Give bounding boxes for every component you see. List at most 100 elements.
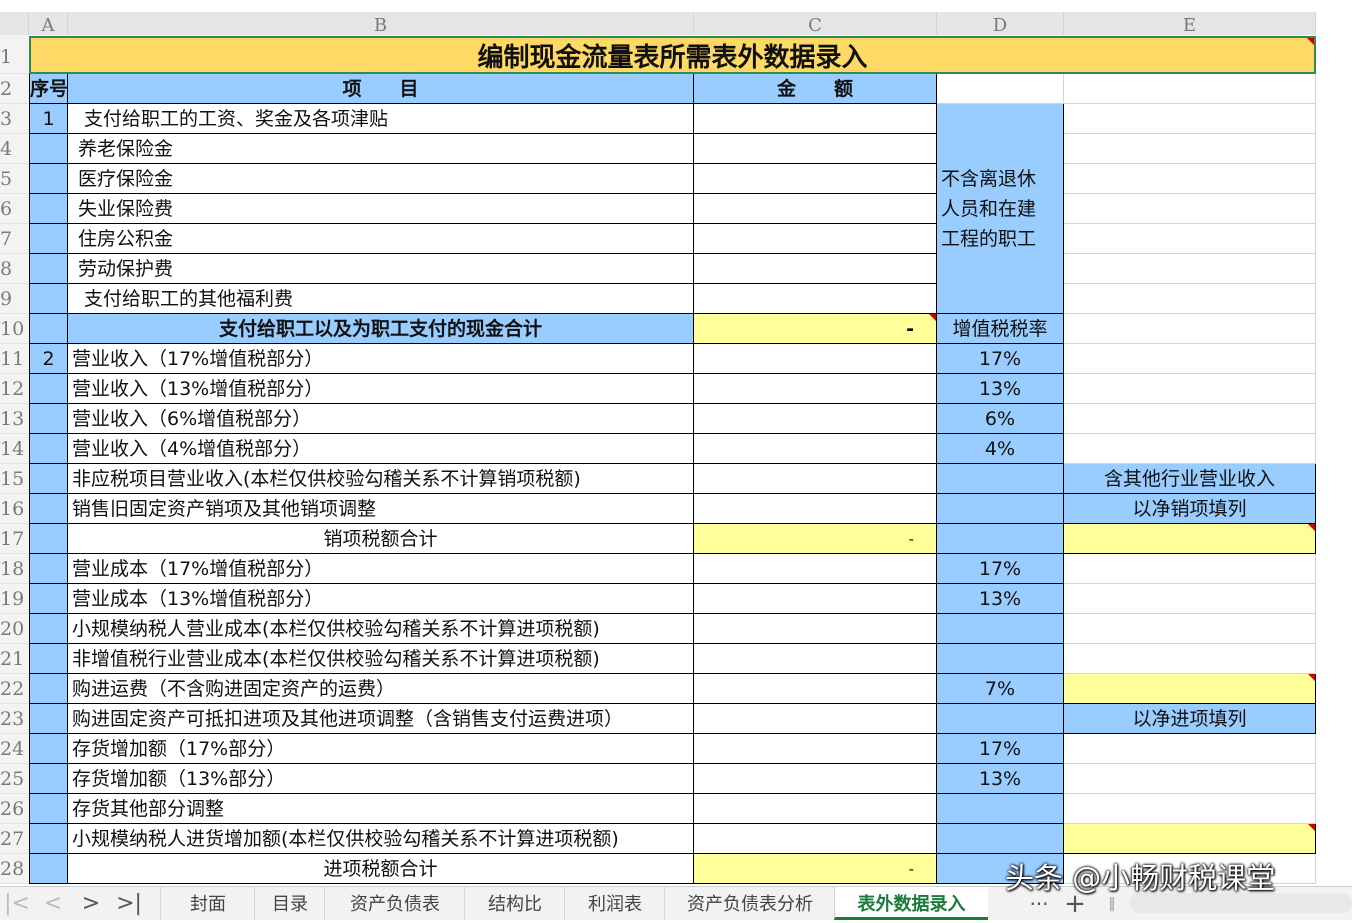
item-cell[interactable]: 营业成本（13%增值税部分）	[68, 584, 694, 614]
amount-cell[interactable]	[694, 614, 937, 644]
amount-cell[interactable]	[694, 134, 937, 164]
row-header[interactable]: 4	[0, 134, 29, 164]
row-header-2[interactable]: 2	[0, 74, 29, 104]
amount-cell[interactable]	[694, 194, 937, 224]
row-header[interactable]: 5	[0, 164, 29, 194]
item-cell[interactable]: 营业收入（13%增值税部分）	[68, 374, 694, 404]
row-header[interactable]: 14	[0, 434, 29, 464]
amount-cell[interactable]	[694, 644, 937, 674]
seq-cell[interactable]	[29, 314, 68, 344]
row-header[interactable]: 28	[0, 854, 29, 884]
seq-cell[interactable]	[29, 824, 68, 854]
amount-cell[interactable]	[694, 494, 937, 524]
rate-cell[interactable]: 6%	[937, 404, 1064, 434]
sheet-title[interactable]: 编制现金流量表所需表外数据录入	[29, 36, 1316, 74]
seq-cell[interactable]	[29, 554, 68, 584]
row-header[interactable]: 10	[0, 314, 29, 344]
row-header[interactable]: 8	[0, 254, 29, 284]
item-cell[interactable]: 失业保险费	[68, 194, 694, 224]
cell-d2[interactable]	[937, 74, 1064, 104]
amount-cell[interactable]	[694, 704, 937, 734]
item-cell[interactable]: 支付给职工以及为职工支付的现金合计	[68, 314, 694, 344]
seq-cell[interactable]	[29, 524, 68, 554]
rate-cell[interactable]	[937, 464, 1064, 494]
note-cell[interactable]	[1064, 434, 1316, 464]
row-header[interactable]: 22	[0, 674, 29, 704]
note-cell[interactable]	[1064, 764, 1316, 794]
note-cell[interactable]	[1064, 404, 1316, 434]
next-sheet-icon[interactable]: >	[76, 887, 106, 921]
seq-cell[interactable]	[29, 704, 68, 734]
amount-cell[interactable]	[694, 344, 937, 374]
row-header[interactable]: 3	[0, 104, 29, 134]
column-header-c[interactable]: C	[694, 12, 937, 36]
row-header[interactable]: 27	[0, 824, 29, 854]
row-header[interactable]: 9	[0, 284, 29, 314]
row-header[interactable]: 16	[0, 494, 29, 524]
last-sheet-icon[interactable]: >|	[114, 887, 144, 921]
amount-cell[interactable]	[694, 374, 937, 404]
item-cell[interactable]: 非应税项目营业收入(本栏仅供校验勾稽关系不计算销项税额)	[68, 464, 694, 494]
note-cell[interactable]	[1064, 584, 1316, 614]
row-header[interactable]: 23	[0, 704, 29, 734]
row-header[interactable]: 21	[0, 644, 29, 674]
note-cell[interactable]	[1064, 374, 1316, 404]
seq-cell[interactable]	[29, 764, 68, 794]
seq-cell[interactable]	[29, 734, 68, 764]
column-header-a[interactable]: A	[29, 12, 68, 36]
select-all-corner[interactable]	[0, 12, 29, 35]
row-header[interactable]: 13	[0, 404, 29, 434]
cell-e2[interactable]	[1064, 74, 1316, 104]
note-cell[interactable]	[1064, 134, 1316, 164]
note-cell[interactable]	[1064, 344, 1316, 374]
header-item[interactable]: 项 目	[68, 74, 694, 104]
rate-cell[interactable]	[937, 644, 1064, 674]
note-cell[interactable]	[1064, 194, 1316, 224]
rate-cell[interactable]: 13%	[937, 584, 1064, 614]
item-cell[interactable]: 存货增加额（13%部分）	[68, 764, 694, 794]
rate-cell[interactable]: 增值税税率	[937, 314, 1064, 344]
header-seq[interactable]: 序号	[29, 74, 68, 104]
column-header-b[interactable]: B	[68, 12, 694, 36]
sheet-tab[interactable]: 利润表	[564, 887, 665, 920]
note-cell[interactable]	[1064, 254, 1316, 284]
seq-cell[interactable]	[29, 614, 68, 644]
note-cell[interactable]	[1064, 794, 1316, 824]
row-header[interactable]: 7	[0, 224, 29, 254]
sheet-tab[interactable]: 表外数据录入	[834, 887, 988, 920]
rate-cell[interactable]: 17%	[937, 344, 1064, 374]
item-cell[interactable]: 营业收入（4%增值税部分）	[68, 434, 694, 464]
item-cell[interactable]: 销项税额合计	[68, 524, 694, 554]
seq-cell[interactable]	[29, 284, 68, 314]
seq-cell[interactable]	[29, 464, 68, 494]
seq-cell[interactable]	[29, 794, 68, 824]
note-cell[interactable]	[1064, 554, 1316, 584]
note-cell[interactable]: 以净销项填列	[1064, 494, 1316, 524]
sheet-tab[interactable]: 封面	[160, 887, 255, 920]
note-cell[interactable]	[1064, 224, 1316, 254]
seq-cell[interactable]	[29, 854, 68, 884]
item-cell[interactable]: 小规模纳税人进货增加额(本栏仅供校验勾稽关系不计算进项税额)	[68, 824, 694, 854]
rate-cell[interactable]	[937, 494, 1064, 524]
note-cell[interactable]	[1064, 614, 1316, 644]
seq-cell[interactable]	[29, 644, 68, 674]
seq-cell[interactable]	[29, 254, 68, 284]
note-cell[interactable]	[1064, 674, 1316, 704]
sheet-tab[interactable]: 资产负债表	[324, 887, 465, 920]
sheet-tab[interactable]: 资产负债表分析	[664, 887, 835, 920]
amount-cell[interactable]	[694, 164, 937, 194]
note-cell[interactable]	[1064, 644, 1316, 674]
amount-cell[interactable]	[694, 794, 937, 824]
first-sheet-icon[interactable]: |<	[2, 887, 32, 921]
note-cell[interactable]: 以净进项填列	[1064, 704, 1316, 734]
row-header[interactable]: 20	[0, 614, 29, 644]
amount-cell[interactable]	[694, 764, 937, 794]
note-cell[interactable]	[1064, 104, 1316, 134]
note-cell[interactable]	[1064, 164, 1316, 194]
amount-cell[interactable]	[694, 734, 937, 764]
item-cell[interactable]: 养老保险金	[68, 134, 694, 164]
item-cell[interactable]: 医疗保险金	[68, 164, 694, 194]
item-cell[interactable]: 营业收入（17%增值税部分）	[68, 344, 694, 374]
item-cell[interactable]: 营业成本（17%增值税部分）	[68, 554, 694, 584]
d-note-merged[interactable]: 不含离退休 人员和在建 工程的职工	[937, 104, 1064, 314]
